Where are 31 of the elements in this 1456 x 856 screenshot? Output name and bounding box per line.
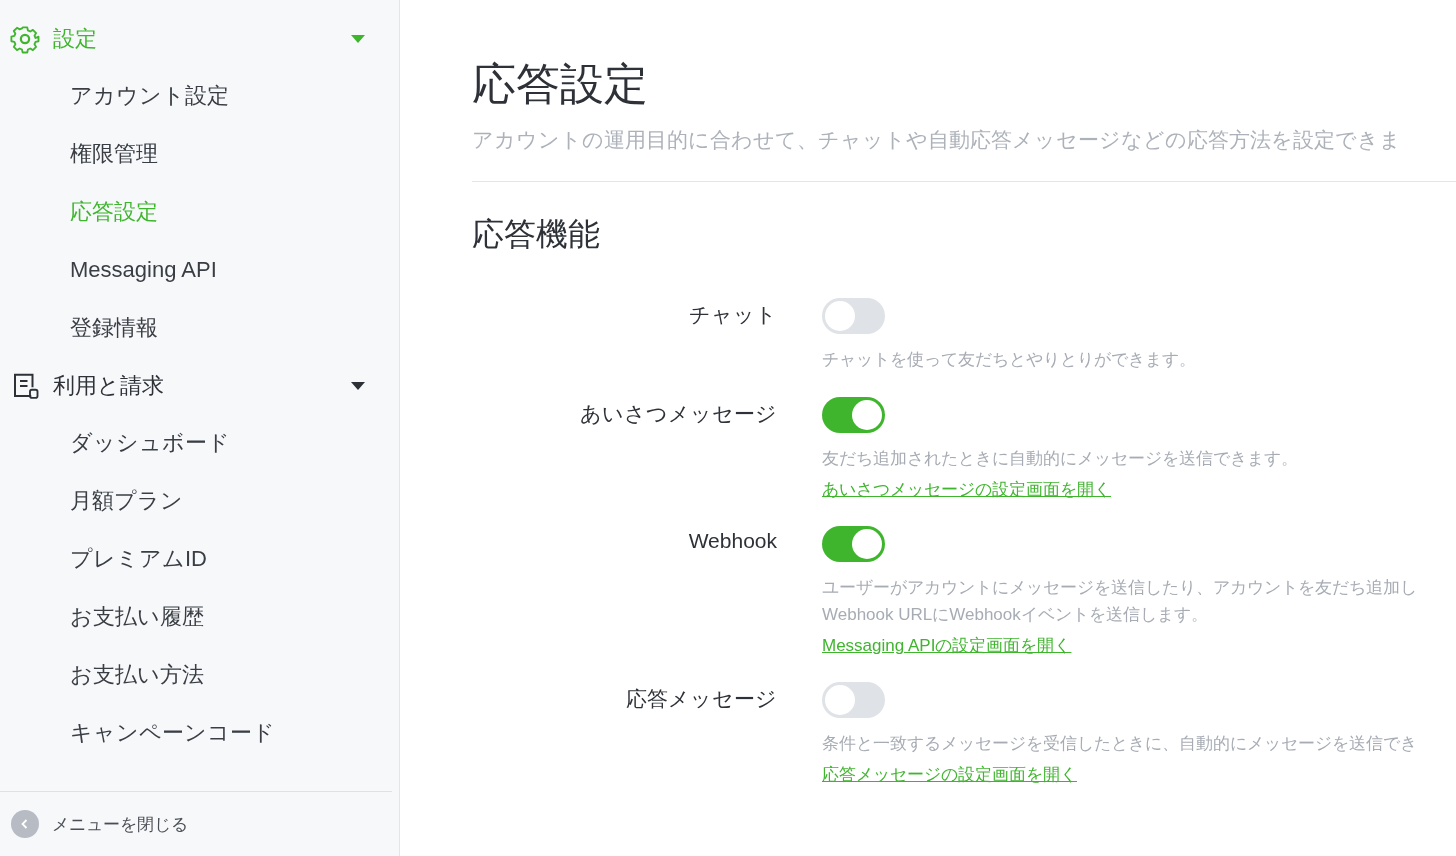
sidebar-item[interactable]: キャンペーンコード: [0, 714, 399, 752]
gear-icon: [10, 24, 40, 54]
page-title: 応答設定: [472, 58, 649, 110]
sidebar-group-label: 設定: [53, 25, 98, 53]
sidebar-item[interactable]: ダッシュボード: [0, 424, 399, 462]
page-description: アカウントの運用目的に合わせて、チャットや自動応答メッセージなどの応答方法を設定できま: [472, 127, 1402, 153]
chevron-left-icon[interactable]: [11, 810, 39, 838]
feature-description: チャットを使って友だちとやりとりができます。: [822, 349, 1196, 371]
sidebar-item[interactable]: Messaging API: [0, 251, 399, 289]
feature-description: 条件と一致するメッセージを受信したときに、自動的にメッセージを送信でき: [822, 733, 1417, 755]
sidebar-item[interactable]: 権限管理: [0, 135, 399, 173]
section-title: 応答機能: [472, 215, 601, 254]
sidebar-item[interactable]: 登録情報: [0, 309, 399, 347]
sidebar-item[interactable]: お支払い方法: [0, 656, 399, 694]
toggle-switch[interactable]: [822, 298, 885, 334]
toggle-switch[interactable]: [822, 526, 885, 562]
feature-description: 友だち追加されたときに自動的にメッセージを送信できます。: [822, 448, 1298, 470]
feature-label: 応答メッセージ: [625, 686, 777, 712]
sidebar-group-header[interactable]: 利用と請求: [0, 367, 399, 405]
sidebar-item[interactable]: プレミアムID: [0, 540, 399, 578]
toggle-switch[interactable]: [822, 682, 885, 718]
sidebar-item[interactable]: お支払い履歴: [0, 598, 399, 636]
close-menu-link[interactable]: メニューを閉じる: [52, 812, 188, 836]
sidebar-group-label: 利用と請求: [53, 372, 165, 400]
feature-label: チャット: [688, 302, 777, 328]
feature-description: ユーザーがアカウントにメッセージを送信したり、アカウントを友だち追加し Webhook URLにWebhookイベントを送信します。: [822, 577, 1417, 626]
toggle-switch[interactable]: [822, 397, 885, 433]
feature-label: あいさつメッセージ: [579, 401, 777, 427]
sidebar-item[interactable]: 月額プラン: [0, 482, 399, 520]
feature-label: Webhook: [687, 528, 777, 554]
sidebar-item[interactable]: アカウント設定: [0, 77, 399, 115]
